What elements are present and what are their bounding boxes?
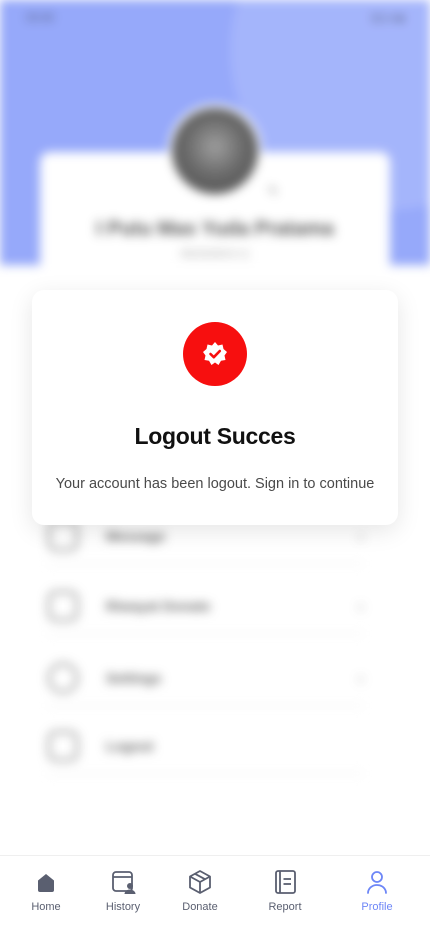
nav-home[interactable]: Home	[11, 868, 81, 913]
nav-label: Donate	[182, 901, 218, 913]
nav-profile[interactable]: Profile	[342, 868, 412, 913]
nav-label: Report	[268, 901, 302, 913]
logout-success-dialog: Logout Succes Your account has been logo…	[32, 290, 398, 525]
profile-icon	[367, 871, 387, 894]
nav-history[interactable]: History	[88, 868, 158, 913]
badge-check-icon	[183, 322, 247, 386]
history-icon	[112, 871, 136, 894]
report-icon	[275, 870, 296, 894]
nav-donate[interactable]: Donate	[165, 868, 235, 913]
home-icon	[38, 874, 54, 892]
nav-label: History	[105, 901, 141, 913]
nav-label: Profile	[361, 901, 393, 913]
dialog-title: Logout Succes	[134, 423, 296, 449]
dialog-message: Your account has been logout. Sign in to…	[55, 476, 375, 492]
nav-report[interactable]: Report	[250, 868, 320, 913]
bottom-navigation: Home History Donate Report Profile	[0, 855, 430, 932]
box-icon	[189, 870, 211, 894]
nav-label: Home	[31, 901, 61, 913]
